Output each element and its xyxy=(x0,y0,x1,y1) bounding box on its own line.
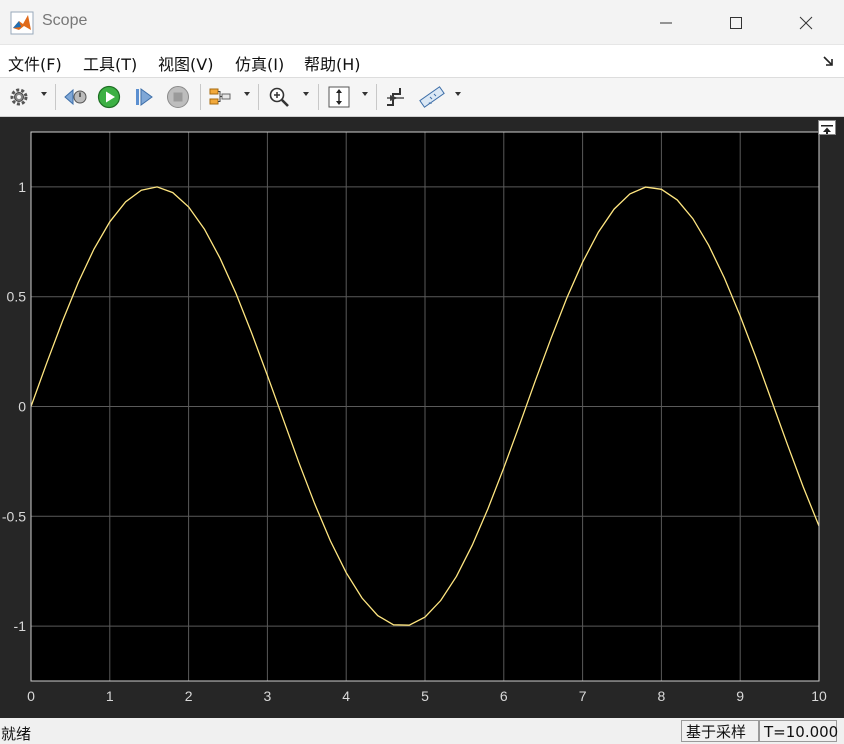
scope-chart[interactable]: 0 1 2 3 4 5 6 7 8 9 10 1 0.5 0 -0.5 -1 xyxy=(0,117,844,718)
settings-button[interactable] xyxy=(6,84,32,110)
step-back-icon xyxy=(64,88,87,106)
minimize-button[interactable] xyxy=(644,8,688,38)
y-tick-label: -0.5 xyxy=(2,508,26,524)
toolbar-separator xyxy=(200,84,201,110)
sampling-mode-label: 基于采样 xyxy=(681,720,759,742)
toolbar-separator xyxy=(258,84,259,110)
scale-axes-icon xyxy=(328,86,350,108)
status-bar: 就绪 基于采样 T=10.000 xyxy=(0,718,844,744)
triggers-icon xyxy=(387,88,404,106)
step-back-button[interactable] xyxy=(62,84,88,110)
x-tick-label: 2 xyxy=(185,688,193,704)
signal-highlight-icon xyxy=(209,88,231,105)
y-tick-label: -1 xyxy=(14,618,27,634)
toolbar-separator xyxy=(55,84,56,110)
zoom-in-icon xyxy=(269,87,289,107)
y-tick-label: 0.5 xyxy=(7,289,27,305)
x-tick-label: 5 xyxy=(421,688,429,704)
close-button[interactable] xyxy=(784,8,828,38)
status-text: 就绪 xyxy=(1,725,32,743)
stop-button[interactable] xyxy=(165,84,191,110)
close-icon xyxy=(799,16,813,30)
menu-bar: 文件(F) 工具(T) 视图(V) 仿真(I) 帮助(H) xyxy=(0,45,844,78)
stop-icon xyxy=(167,86,189,108)
x-tick-label: 4 xyxy=(342,688,350,704)
scale-dropdown[interactable] xyxy=(362,92,368,96)
menu-simulation[interactable]: 仿真(I) xyxy=(235,51,284,75)
matlab-icon xyxy=(10,11,34,35)
menu-view[interactable]: 视图(V) xyxy=(158,51,213,75)
title-bar: Scope xyxy=(0,0,844,45)
toolbar-separator xyxy=(376,84,377,110)
settings-dropdown[interactable] xyxy=(41,92,47,96)
settings-gear-icon xyxy=(10,88,28,106)
x-tick-label: 1 xyxy=(106,688,114,704)
step-forward-icon xyxy=(136,88,153,106)
simulation-time-label: T=10.000 xyxy=(759,720,838,742)
x-tick-label: 9 xyxy=(736,688,744,704)
zoom-in-button[interactable] xyxy=(266,84,292,110)
expand-panel-button[interactable] xyxy=(818,120,836,135)
measurements-button[interactable] xyxy=(419,84,445,110)
triggers-button[interactable] xyxy=(383,84,409,110)
x-tick-label: 3 xyxy=(264,688,272,704)
run-button[interactable] xyxy=(96,84,122,110)
x-tick-label: 6 xyxy=(500,688,508,704)
x-tick-label: 8 xyxy=(658,688,666,704)
x-tick-label: 7 xyxy=(579,688,587,704)
toolbar xyxy=(0,78,844,117)
signal-highlight-button[interactable] xyxy=(207,84,233,110)
x-tick-label: 0 xyxy=(27,688,35,704)
scale-axes-button[interactable] xyxy=(326,84,352,110)
measurements-dropdown[interactable] xyxy=(455,92,461,96)
menu-file[interactable]: 文件(F) xyxy=(8,51,62,75)
maximize-button[interactable] xyxy=(714,8,758,38)
minimize-icon xyxy=(660,22,672,24)
window-title: Scope xyxy=(42,12,88,29)
menu-tools[interactable]: 工具(T) xyxy=(83,51,137,75)
expand-panel-icon xyxy=(821,125,833,134)
menu-help[interactable]: 帮助(H) xyxy=(304,51,361,75)
toolbar-separator xyxy=(318,84,319,110)
scope-display: 0 1 2 3 4 5 6 7 8 9 10 1 0.5 0 -0.5 -1 xyxy=(0,117,844,718)
y-tick-label: 0 xyxy=(18,399,26,415)
step-forward-button[interactable] xyxy=(131,84,157,110)
maximize-icon xyxy=(730,17,742,29)
x-tick-label: 10 xyxy=(811,688,827,704)
run-icon xyxy=(97,85,121,109)
measurements-icon xyxy=(419,86,445,108)
y-tick-label: 1 xyxy=(18,179,26,195)
zoom-dropdown[interactable] xyxy=(303,92,309,96)
undock-arrow-icon[interactable] xyxy=(822,55,834,67)
signal-dropdown[interactable] xyxy=(244,92,250,96)
